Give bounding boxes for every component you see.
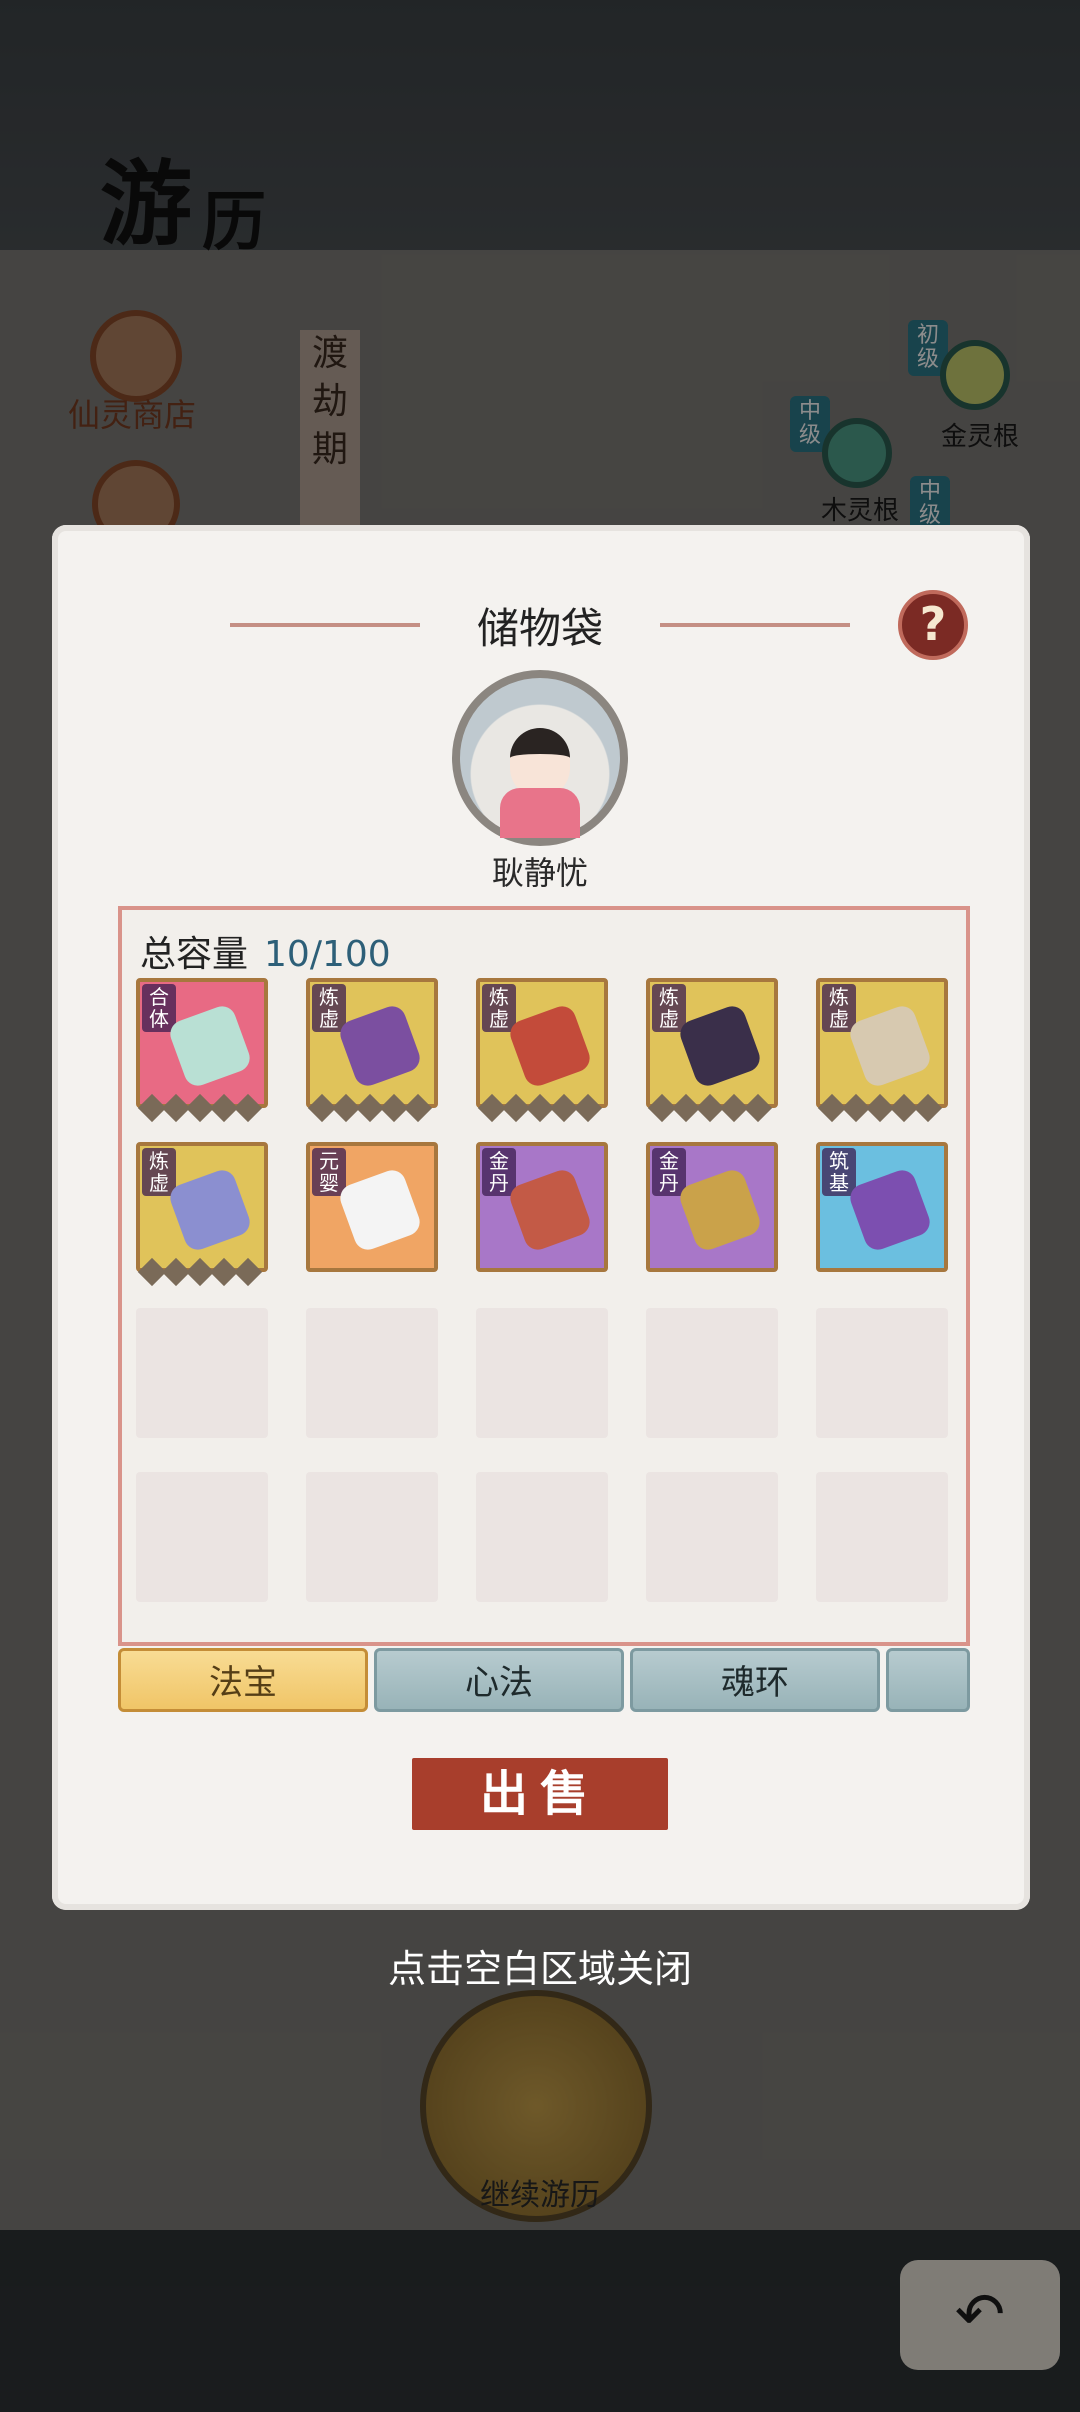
star-icon bbox=[913, 1093, 943, 1123]
character-avatar[interactable] bbox=[452, 670, 628, 846]
item-realm-tag: 炼虚 bbox=[142, 1148, 176, 1196]
empty-inventory-slot[interactable] bbox=[136, 1308, 268, 1438]
item-icon bbox=[506, 1002, 594, 1090]
item-icon bbox=[846, 1166, 934, 1254]
empty-inventory-slot[interactable] bbox=[816, 1472, 948, 1602]
inventory-item-slot[interactable]: 炼虚 bbox=[136, 1142, 268, 1287]
item-stars bbox=[137, 1093, 270, 1123]
tab-treasure[interactable]: 法宝 bbox=[118, 1648, 368, 1712]
inventory-item-slot[interactable]: 筑基 bbox=[816, 1142, 948, 1272]
close-hint: 点击空白区域关闭 bbox=[387, 1947, 692, 1991]
star-icon bbox=[743, 1093, 773, 1123]
item-realm-tag: 炼虚 bbox=[822, 984, 856, 1032]
game-screen: { "header": {"title_char_1": "游", "title… bbox=[0, 0, 1080, 2412]
star-icon bbox=[233, 1257, 263, 1287]
item-icon bbox=[166, 1002, 254, 1090]
inventory-item-slot[interactable]: 炼虚 bbox=[816, 978, 948, 1123]
star-icon bbox=[403, 1093, 433, 1123]
title-ornament-right bbox=[660, 623, 850, 627]
capacity-label: 总容量 bbox=[140, 934, 249, 975]
inventory-item-slot[interactable]: 炼虚 bbox=[476, 978, 608, 1123]
item-realm-tag: 合体 bbox=[142, 984, 176, 1032]
help-button[interactable]: ? bbox=[898, 590, 968, 660]
inventory-item-slot[interactable]: 炼虚 bbox=[646, 978, 778, 1123]
character-name: 耿静忧 bbox=[491, 854, 588, 892]
star-icon bbox=[233, 1093, 263, 1123]
item-stars bbox=[647, 1093, 780, 1123]
modal-title: 储物袋 bbox=[476, 604, 603, 653]
item-stars bbox=[137, 1257, 270, 1287]
empty-inventory-slot[interactable] bbox=[136, 1472, 268, 1602]
item-icon bbox=[166, 1166, 254, 1254]
avatar-body bbox=[500, 788, 580, 838]
capacity-value: 10/100 bbox=[264, 934, 391, 975]
empty-inventory-slot[interactable] bbox=[646, 1308, 778, 1438]
item-stars bbox=[817, 1093, 950, 1123]
item-stars bbox=[477, 1093, 610, 1123]
item-realm-tag: 筑基 bbox=[822, 1148, 856, 1196]
empty-inventory-slot[interactable] bbox=[306, 1308, 438, 1438]
empty-inventory-slot[interactable] bbox=[476, 1472, 608, 1602]
empty-inventory-slot[interactable] bbox=[646, 1472, 778, 1602]
inventory-item-slot[interactable]: 金丹 bbox=[646, 1142, 778, 1272]
item-icon bbox=[676, 1166, 764, 1254]
item-realm-tag: 金丹 bbox=[482, 1148, 516, 1196]
capacity-display: 总容量 10/100 bbox=[140, 925, 391, 977]
item-stars bbox=[307, 1093, 440, 1123]
title-ornament-left bbox=[230, 623, 420, 627]
inventory-item-slot[interactable]: 元婴 bbox=[306, 1142, 438, 1272]
tab-more[interactable] bbox=[886, 1648, 970, 1712]
item-icon bbox=[846, 1002, 934, 1090]
inventory-item-slot[interactable]: 合体 bbox=[136, 978, 268, 1123]
inventory-item-slot[interactable]: 炼虚 bbox=[306, 978, 438, 1123]
tab-soul-ring[interactable]: 魂环 bbox=[630, 1648, 880, 1712]
inventory-item-slot[interactable]: 金丹 bbox=[476, 1142, 608, 1272]
item-icon bbox=[506, 1166, 594, 1254]
item-realm-tag: 元婴 bbox=[312, 1148, 346, 1196]
item-realm-tag: 炼虚 bbox=[652, 984, 686, 1032]
empty-inventory-slot[interactable] bbox=[306, 1472, 438, 1602]
empty-inventory-slot[interactable] bbox=[476, 1308, 608, 1438]
item-icon bbox=[336, 1002, 424, 1090]
item-realm-tag: 炼虚 bbox=[312, 984, 346, 1032]
item-icon bbox=[676, 1002, 764, 1090]
item-icon bbox=[336, 1166, 424, 1254]
empty-inventory-slot[interactable] bbox=[816, 1308, 948, 1438]
tab-method[interactable]: 心法 bbox=[374, 1648, 624, 1712]
sell-button[interactable]: 出售 bbox=[412, 1758, 668, 1830]
star-icon bbox=[573, 1093, 603, 1123]
item-realm-tag: 炼虚 bbox=[482, 984, 516, 1032]
item-realm-tag: 金丹 bbox=[652, 1148, 686, 1196]
